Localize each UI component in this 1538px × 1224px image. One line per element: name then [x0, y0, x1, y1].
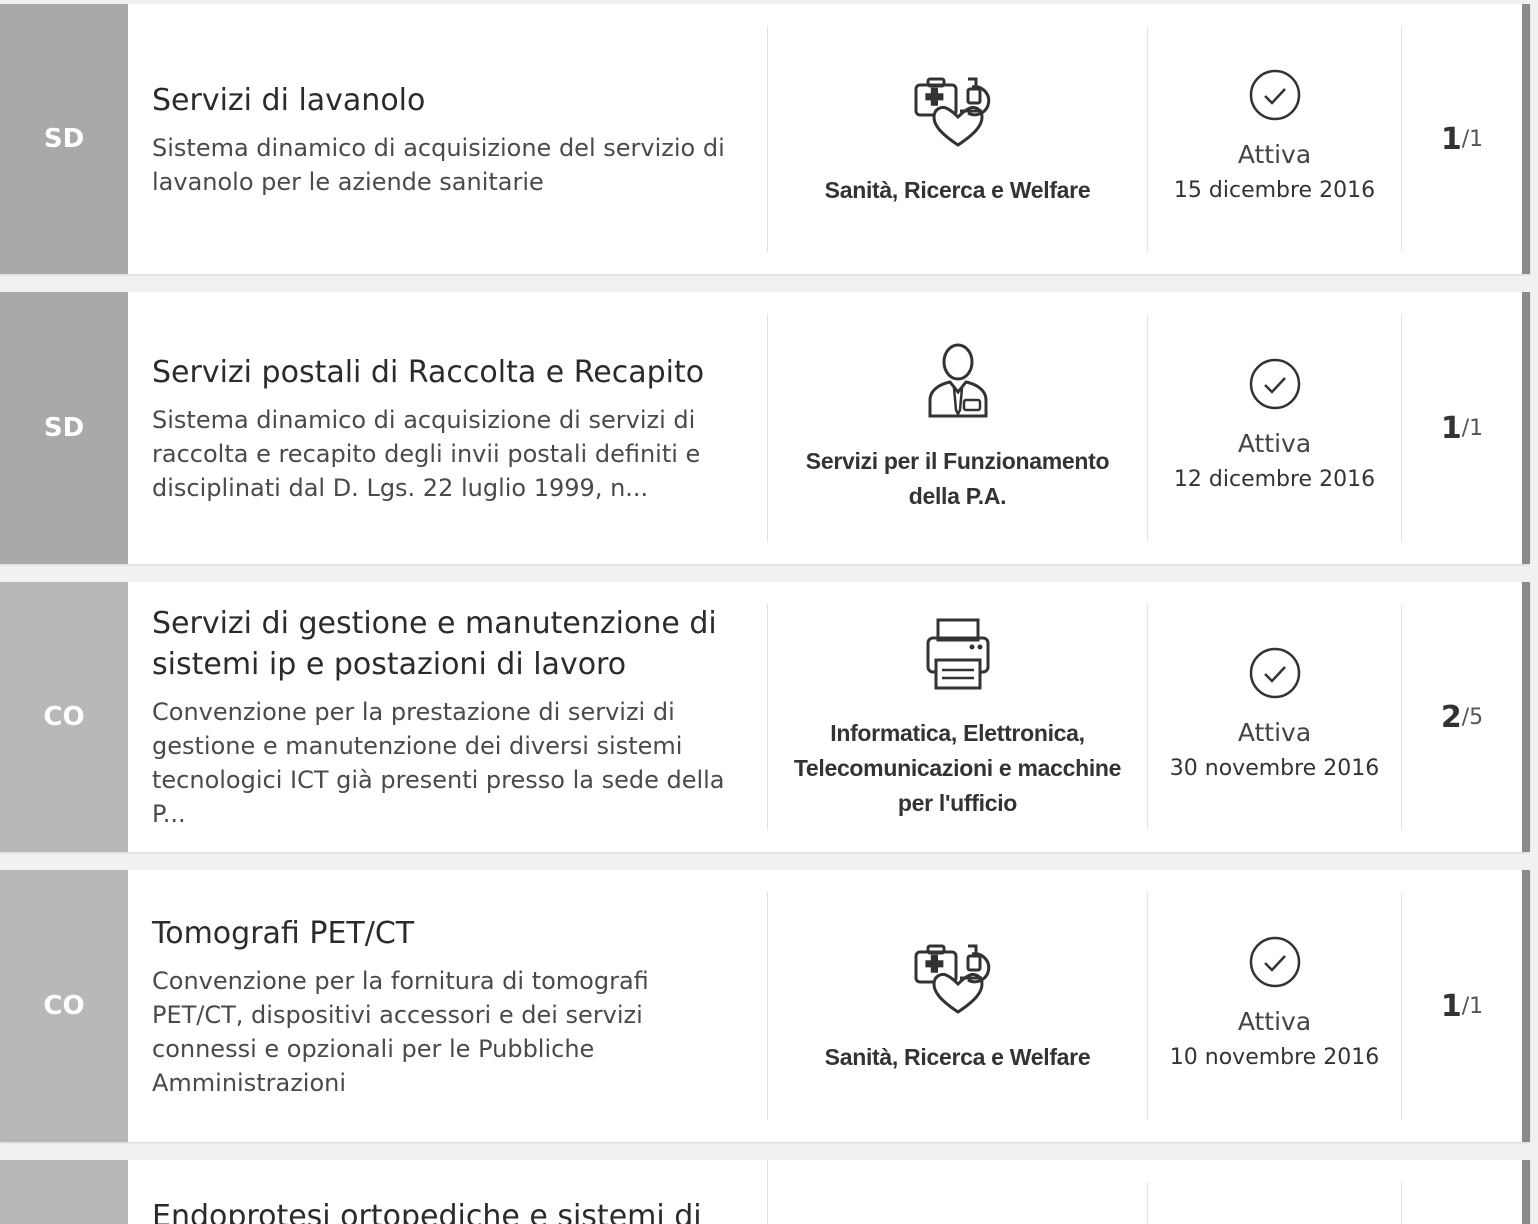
category-label: Sanità, Ricerca e Welfare [824, 176, 1091, 203]
status-date: 30 novembre 2016 [1169, 756, 1380, 781]
initiative-info: Servizi di gestione e manutenzione di si… [128, 604, 768, 830]
initiative-card[interactable]: Endoprotesi ortopediche e sistemi di [0, 1160, 1530, 1224]
initiative-description: Sistema dinamico di acquisizione del ser… [152, 133, 725, 196]
category-label: Sanità, Ricerca e Welfare [824, 1043, 1091, 1070]
status-label: Attiva [1237, 718, 1312, 747]
status-cell: Attiva 30 novembre 2016 [1148, 604, 1402, 830]
type-badge: CO [0, 870, 128, 1142]
type-badge [0, 1160, 128, 1224]
check-circle-icon [1249, 647, 1300, 699]
type-badge: CO [0, 582, 128, 852]
initiative-card[interactable]: CO Servizi di gestione e manutenzione di… [0, 582, 1530, 852]
official-person-icon [928, 343, 987, 418]
status-cell: Attiva 10 novembre 2016 [1148, 892, 1402, 1120]
category-cell: Servizi per il Funzionamento della P.A. [768, 314, 1148, 542]
initiative-info: Servizi di lavanolo Sistema dinamico di … [128, 26, 768, 252]
health-icon [914, 77, 990, 147]
status-cell: Attiva 15 dicembre 2016 [1148, 26, 1402, 252]
status-cell: Attiva 12 dicembre 2016 [1148, 314, 1402, 542]
initiative-info: Endoprotesi ortopediche e sistemi di [128, 1160, 768, 1224]
status-label: Attiva [1237, 1007, 1312, 1036]
initiative-info: Servizi postali di Raccolta e Recapito S… [128, 314, 768, 542]
initiative-description: Sistema dinamico di acquisizione di serv… [152, 405, 701, 502]
initiative-description: Convenzione per la fornitura di tomograf… [152, 966, 649, 1097]
lot-total: 1 [1469, 993, 1484, 1019]
category-cell: Informatica, Elettronica, Telecomunicazi… [768, 604, 1148, 830]
lots-count: 1/1 [1402, 870, 1522, 1142]
lot-total: 1 [1469, 415, 1484, 441]
lot-current: 2 [1440, 699, 1462, 735]
initiative-title[interactable]: Servizi di gestione e manutenzione di si… [152, 603, 743, 685]
category-label: Servizi per il Funzionamento della P.A. [805, 448, 1110, 509]
lot-current: 1 [1440, 988, 1462, 1024]
initiative-description: Convenzione per la prestazione di serviz… [152, 698, 725, 828]
lots-count: 1/1 [1402, 4, 1522, 274]
lot-separator: / [1461, 126, 1470, 152]
lots-count: 2/5 [1402, 582, 1522, 852]
status-date: 15 dicembre 2016 [1173, 178, 1376, 203]
initiative-title[interactable]: Tomografi PET/CT [152, 913, 743, 954]
check-circle-icon [1249, 69, 1300, 121]
initiative-info: Tomografi PET/CT Convenzione per la forn… [128, 892, 768, 1120]
status-date: 10 novembre 2016 [1169, 1045, 1380, 1070]
check-circle-icon [1249, 936, 1300, 988]
initiative-card[interactable]: SD Servizi postali di Raccolta e Recapit… [0, 292, 1530, 564]
lot-separator: / [1461, 704, 1470, 730]
status-date: 12 dicembre 2016 [1173, 467, 1376, 492]
lot-total: 1 [1469, 126, 1484, 152]
lot-total: 5 [1469, 704, 1484, 730]
initiative-title[interactable]: Servizi di lavanolo [152, 80, 743, 121]
status-cell [1148, 1182, 1402, 1224]
health-icon [914, 944, 990, 1014]
initiative-title[interactable]: Servizi postali di Raccolta e Recapito [152, 352, 743, 393]
type-badge: SD [0, 4, 128, 274]
initiative-title[interactable]: Endoprotesi ortopediche e sistemi di [152, 1196, 743, 1224]
category-cell: Sanità, Ricerca e Welfare [768, 892, 1148, 1120]
category-cell [768, 1182, 1148, 1224]
status-label: Attiva [1237, 429, 1312, 458]
type-badge: SD [0, 292, 128, 564]
lot-current: 1 [1440, 410, 1462, 446]
status-label: Attiva [1237, 140, 1312, 169]
lots-count: 1/1 [1402, 292, 1522, 564]
initiative-card[interactable]: CO Tomografi PET/CT Convenzione per la f… [0, 870, 1530, 1142]
category-cell: Sanità, Ricerca e Welfare [768, 26, 1148, 252]
lot-separator: / [1461, 415, 1470, 441]
check-circle-icon [1249, 358, 1300, 410]
lot-separator: / [1461, 993, 1470, 1019]
initiative-card[interactable]: SD Servizi di lavanolo Sistema dinamico … [0, 4, 1530, 274]
printer-icon [926, 618, 989, 689]
initiatives-list: SD Servizi di lavanolo Sistema dinamico … [0, 0, 1538, 1224]
lot-current: 1 [1440, 121, 1462, 157]
category-label: Informatica, Elettronica, Telecomunicazi… [793, 719, 1122, 816]
